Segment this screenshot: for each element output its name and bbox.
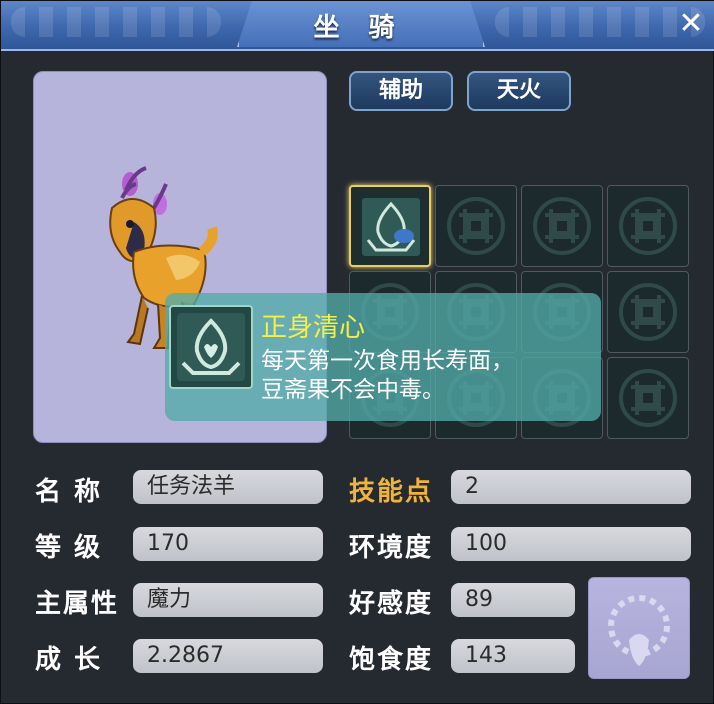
skill-tooltip-icon [169, 305, 253, 389]
name-value: 任务法羊 [133, 470, 323, 504]
name-label: 名 称 [35, 477, 103, 507]
level-label: 等 级 [35, 533, 103, 563]
satiety-label: 饱食度 [349, 645, 434, 675]
locked-slot-emblem-icon [619, 283, 677, 341]
window-title: 坐 骑 [313, 13, 405, 43]
skill-points-value: 2 [451, 470, 691, 504]
close-icon: ✕ [678, 6, 704, 41]
tab-assist-label: 辅助 [378, 78, 423, 103]
main-attribute-label: 主属性 [35, 589, 120, 619]
skill-slot-empty[interactable] [607, 357, 689, 439]
locked-slot-emblem-icon [447, 197, 505, 255]
skill-slot-empty[interactable] [607, 185, 689, 267]
tab-assist[interactable]: 辅助 [349, 71, 453, 111]
tab-tianhuo-label: 天火 [496, 78, 541, 103]
close-button[interactable]: ✕ [677, 9, 705, 39]
skill-zhengshenqingxin-icon [177, 313, 245, 381]
main-attribute-value: 魔力 [133, 583, 323, 617]
favor-value: 89 [451, 583, 575, 617]
decoration-slot[interactable] [588, 577, 690, 679]
favor-label: 好感度 [349, 589, 434, 619]
skill-slot-empty[interactable] [521, 185, 603, 267]
skill-tooltip-title: 正身清心 [261, 313, 366, 343]
skill-slot-empty[interactable] [435, 185, 517, 267]
skill-zhengshenqingxin-icon [362, 198, 420, 256]
mount-window: 坐 骑 ✕ 辅助 天火 正身清心 每天第一次食用长寿面， 豆斋果不会中毒。 名 … [0, 0, 714, 704]
environment-value: 100 [451, 527, 691, 561]
locked-slot-emblem-icon [619, 197, 677, 255]
skill-tooltip-line-2: 豆斋果不会中毒。 [261, 377, 445, 403]
growth-label: 成 长 [35, 645, 103, 675]
locked-slot-emblem-icon [533, 197, 591, 255]
skill-slot-empty[interactable] [607, 271, 689, 353]
environment-label: 环境度 [349, 533, 434, 563]
decoration-ring-icon [608, 595, 670, 666]
title-bar-ornament-right [495, 7, 705, 37]
skill-tooltip-description: 每天第一次食用长寿面， 豆斋果不会中毒。 [261, 347, 591, 405]
skill-tooltip: 正身清心 每天第一次食用长寿面， 豆斋果不会中毒。 [165, 293, 601, 421]
locked-slot-emblem-icon [619, 369, 677, 427]
level-value: 170 [133, 527, 323, 561]
growth-value: 2.2867 [133, 639, 323, 673]
title-bar-ornament-left [11, 7, 221, 37]
tab-tianhuo[interactable]: 天火 [467, 71, 571, 111]
skill-tooltip-line-1: 每天第一次食用长寿面， [261, 348, 514, 374]
skill-points-label: 技能点 [349, 477, 434, 507]
satiety-value: 143 [451, 639, 575, 673]
skill-slot-filled[interactable] [349, 185, 431, 267]
